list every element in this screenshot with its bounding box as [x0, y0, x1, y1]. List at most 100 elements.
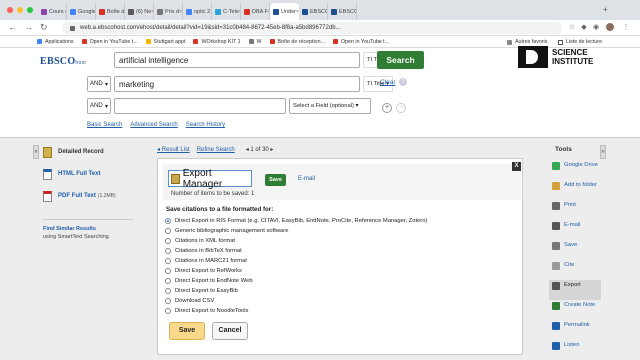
back-arrow-icon[interactable]: ←: [8, 22, 17, 32]
browser-tab[interactable]: (6) Ne ×: [125, 3, 154, 20]
browser-tab[interactable]: EBSCO×: [299, 3, 328, 20]
export-option[interactable]: Direct Export to EndNote Web: [165, 276, 427, 286]
tool-cite[interactable]: Cite: [549, 260, 601, 280]
tool-create-note[interactable]: Create Note: [549, 300, 601, 320]
extension-icon[interactable]: ◆: [580, 23, 588, 31]
radio-button[interactable]: [165, 298, 171, 304]
refine-search-link[interactable]: Refine Search: [197, 147, 235, 153]
radio-button[interactable]: [165, 218, 171, 224]
html-full-text-link[interactable]: HTML Full Text: [43, 163, 133, 185]
export-option[interactable]: Direct Export to RefWorks: [165, 266, 427, 276]
export-option[interactable]: Citations in XML format: [165, 236, 427, 246]
browser-tab[interactable]: DBA F×: [241, 3, 270, 20]
browser-tab[interactable]: Prix d ×: [154, 3, 183, 20]
export-option[interactable]: Direct Export to NoodleTools: [165, 306, 427, 316]
export-option[interactable]: Download CSV: [165, 296, 427, 306]
browser-tab[interactable]: Google×: [67, 3, 96, 20]
radio-button[interactable]: [165, 228, 171, 234]
find-similar-box: Find Similar Results using SmartText Sea…: [43, 219, 133, 240]
star-icon[interactable]: ☆: [568, 23, 576, 31]
radio-button[interactable]: [165, 308, 171, 314]
advanced-search-link[interactable]: Advanced Search: [130, 122, 177, 128]
remove-row-minus-icon[interactable]: −: [396, 103, 406, 113]
detailed-record-item[interactable]: Detailed Record: [43, 141, 133, 163]
folder-icon: [552, 182, 560, 190]
tab-close-icon[interactable]: ×: [179, 9, 182, 15]
tool-print[interactable]: Print: [549, 200, 601, 220]
search-button[interactable]: Search: [377, 51, 424, 69]
add-row-plus-icon[interactable]: +: [382, 103, 392, 113]
export-option[interactable]: Direct Export to EasyBib: [165, 286, 427, 296]
tool-label: Save: [564, 242, 578, 248]
export-option[interactable]: Direct Export in RIS Format (e.g. CITAVI…: [165, 216, 427, 226]
browser-tab[interactable]: EBSCO×: [328, 3, 357, 20]
save-button[interactable]: Save: [169, 322, 205, 340]
bookmark-item[interactable]: W: [248, 39, 262, 45]
email-link[interactable]: E-mail: [298, 176, 315, 182]
search-history-link[interactable]: Search History: [186, 122, 225, 128]
bookmark-item[interactable]: Applications: [37, 39, 74, 45]
radio-button[interactable]: [165, 258, 171, 264]
tool-export[interactable]: Export: [549, 280, 601, 300]
search-input-1[interactable]: artificial intelligence: [114, 52, 360, 68]
export-option[interactable]: Citations in MARC21 format: [165, 256, 427, 266]
search-input-2[interactable]: marketing: [114, 76, 360, 92]
basic-search-link[interactable]: Basic Search: [87, 122, 122, 128]
browser-tab[interactable]: Under ×: [270, 3, 299, 20]
ebsco-logo[interactable]: EBSCOhost: [40, 56, 86, 67]
url-field[interactable]: web.a.ebscohost.com/ehost/detail/detail?…: [62, 22, 562, 34]
export-option[interactable]: Generic bibliographic management softwar…: [165, 226, 427, 236]
tab-label: EBSCO: [339, 8, 357, 15]
extension-icon[interactable]: ◉: [592, 23, 600, 31]
institute-logo: SCIENCE INSTITUTE: [518, 46, 593, 68]
tool-google-drive[interactable]: Google Drive: [549, 160, 601, 180]
radio-button[interactable]: [165, 288, 171, 294]
forward-arrow-icon[interactable]: →: [24, 22, 33, 32]
close-icon[interactable]: X: [512, 162, 521, 171]
export-option[interactable]: Citations in BibTeX format: [165, 246, 427, 256]
tool-permalink[interactable]: Permalink: [549, 320, 601, 340]
tool-save[interactable]: Save: [549, 240, 601, 260]
tool-e-mail[interactable]: E-mail: [549, 220, 601, 240]
bool-operator-select-3[interactable]: AND ▾: [87, 98, 111, 114]
bookmark-item[interactable]: Open in YouTube t...: [81, 39, 138, 45]
tool-listen[interactable]: Listen: [549, 340, 601, 360]
browser-tab[interactable]: C-Tele×: [212, 3, 241, 20]
cancel-button[interactable]: Cancel: [212, 322, 248, 340]
pdf-full-text-link[interactable]: PDF Full Text (1.2MB): [43, 185, 133, 207]
header-save-button[interactable]: Save: [265, 174, 286, 186]
minimize-window-dot[interactable]: [17, 7, 23, 13]
result-list-link[interactable]: ◂ Result List: [157, 146, 190, 153]
radio-button[interactable]: [165, 278, 171, 284]
browser-tab[interactable]: optic 2×: [183, 3, 212, 20]
browser-tab[interactable]: Cours o×: [38, 3, 67, 20]
bookmark-item[interactable]: Open in YouTube t...: [332, 39, 389, 45]
menu-kebab-icon[interactable]: ⋮: [622, 23, 630, 31]
browser-tab[interactable]: Boîte d×: [96, 3, 125, 20]
bookmark-item[interactable]: Stuttgart appt: [145, 39, 185, 45]
tool-add-to-folder[interactable]: Add to folder: [549, 180, 601, 200]
institute-line: SCIENCE: [552, 48, 588, 57]
radio-button[interactable]: [165, 248, 171, 254]
radio-button[interactable]: [165, 238, 171, 244]
maximize-window-dot[interactable]: [27, 7, 33, 13]
clear-link[interactable]: Clear: [380, 79, 396, 86]
close-window-dot[interactable]: [7, 7, 13, 13]
email-icon: [552, 222, 560, 230]
radio-button[interactable]: [165, 268, 171, 274]
find-similar-link[interactable]: Find Similar Results: [43, 226, 133, 232]
collapse-right-panel-icon[interactable]: »: [600, 145, 606, 159]
bookmark-item[interactable]: WOrkshop KIT 1: [193, 39, 241, 45]
field-select-3[interactable]: Select a Field (optional) ▾: [289, 98, 371, 114]
bookmark-item[interactable]: Boîte de réception...: [269, 39, 325, 45]
reload-icon[interactable]: ↻: [40, 22, 48, 33]
search-input-3[interactable]: [114, 98, 286, 114]
pager[interactable]: ◂ 1 of 30 ▸: [246, 146, 274, 153]
help-icon[interactable]: ?: [399, 78, 407, 86]
collapse-left-panel-icon[interactable]: «: [33, 145, 39, 159]
bool-operator-select-2[interactable]: AND ▾: [87, 76, 111, 92]
profile-avatar[interactable]: [606, 23, 614, 31]
export-option-label: Download CSV: [175, 298, 215, 304]
new-tab-plus-icon[interactable]: +: [603, 5, 608, 14]
tab-favicon-icon: [244, 8, 250, 15]
